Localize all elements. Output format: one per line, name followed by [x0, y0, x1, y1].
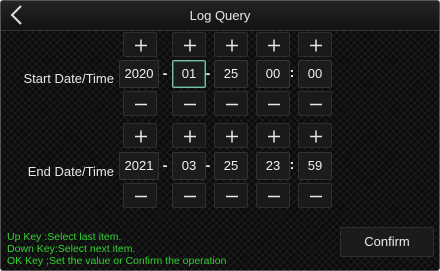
plus-icon: [184, 130, 196, 143]
start-hour-increment-button[interactable]: [256, 32, 290, 57]
help-text-down-key: Down Key:Select next item.: [7, 243, 136, 255]
confirm-button[interactable]: Confirm: [340, 227, 434, 257]
end-year-decrement-button[interactable]: [123, 183, 157, 208]
end-minute-decrement-button[interactable]: [298, 183, 332, 208]
plus-icon: [226, 39, 238, 52]
minus-icon: [268, 195, 280, 198]
plus-icon: [135, 39, 147, 52]
start-year-increment-button[interactable]: [123, 32, 157, 57]
end-hour-field[interactable]: 23: [256, 152, 290, 180]
start-month-field[interactable]: 01: [172, 60, 206, 88]
minus-icon: [226, 195, 238, 198]
start-hour-field[interactable]: 00: [256, 60, 290, 88]
plus-icon: [226, 130, 238, 143]
start-datetime-label: Start Date/Time: [23, 71, 114, 86]
end-minute-field[interactable]: 59: [298, 152, 332, 180]
start-day-decrement-button[interactable]: [214, 91, 248, 116]
start-hour-decrement-button[interactable]: [256, 91, 290, 116]
title-bar: Log Query: [1, 1, 439, 31]
time-separator: :: [289, 64, 295, 80]
minus-icon: [268, 103, 280, 106]
end-minute-increment-button[interactable]: [298, 123, 332, 148]
date-separator: -: [205, 65, 211, 81]
end-hour-increment-button[interactable]: [256, 123, 290, 148]
start-month-increment-button[interactable]: [172, 32, 206, 57]
start-month-decrement-button[interactable]: [172, 91, 206, 116]
end-year-increment-button[interactable]: [123, 123, 157, 148]
start-day-field[interactable]: 25: [214, 60, 248, 88]
plus-icon: [310, 39, 322, 52]
date-separator: -: [162, 157, 168, 173]
minus-icon: [310, 103, 322, 106]
page-title: Log Query: [189, 8, 251, 23]
minus-icon: [310, 195, 322, 198]
log-query-screen: Log Query Start Date/Time 2020 - 01 - 25…: [0, 0, 440, 271]
minus-icon: [135, 195, 147, 198]
plus-icon: [268, 39, 280, 52]
end-day-increment-button[interactable]: [214, 123, 248, 148]
start-day-increment-button[interactable]: [214, 32, 248, 57]
plus-icon: [310, 130, 322, 143]
end-month-field[interactable]: 03: [172, 152, 206, 180]
date-separator: -: [205, 157, 211, 173]
start-year-decrement-button[interactable]: [123, 91, 157, 116]
minus-icon: [184, 103, 196, 106]
end-hour-decrement-button[interactable]: [256, 183, 290, 208]
end-month-decrement-button[interactable]: [172, 183, 206, 208]
time-separator: :: [289, 156, 295, 172]
plus-icon: [135, 130, 147, 143]
minus-icon: [135, 103, 147, 106]
end-month-increment-button[interactable]: [172, 123, 206, 148]
end-day-field[interactable]: 25: [214, 152, 248, 180]
help-text-up-key: Up Key :Select last item.: [7, 231, 122, 243]
end-year-field[interactable]: 2021: [119, 152, 159, 180]
end-day-decrement-button[interactable]: [214, 183, 248, 208]
start-minute-field[interactable]: 00: [298, 60, 332, 88]
plus-icon: [184, 39, 196, 52]
start-year-field[interactable]: 2020: [119, 60, 159, 88]
end-datetime-label: End Date/Time: [27, 164, 114, 179]
help-text-ok-key: OK Key ;Set the value or Confirm the ope…: [7, 255, 227, 267]
minus-icon: [226, 103, 238, 106]
minus-icon: [184, 195, 196, 198]
start-minute-decrement-button[interactable]: [298, 91, 332, 116]
plus-icon: [268, 130, 280, 143]
start-minute-increment-button[interactable]: [298, 32, 332, 57]
date-separator: -: [162, 65, 168, 81]
